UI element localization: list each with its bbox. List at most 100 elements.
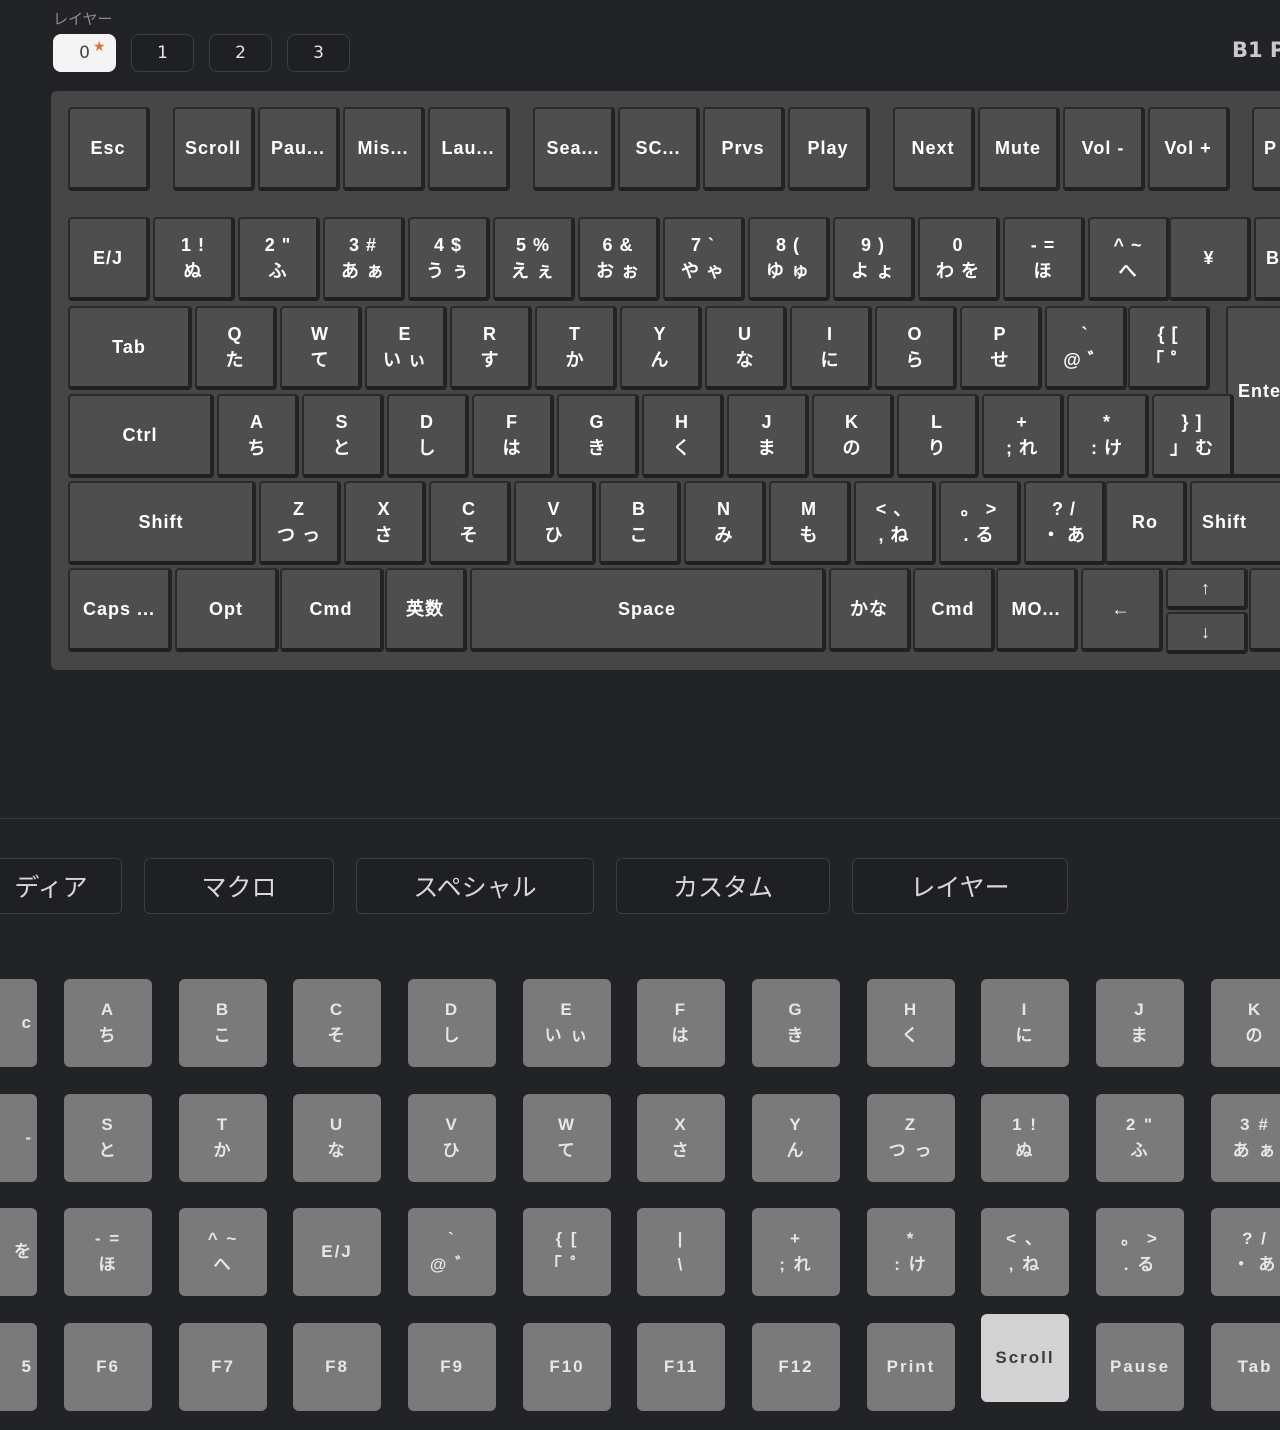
palette-key[interactable]: Pause <box>1096 1323 1184 1411</box>
key-cmd-right[interactable]: Cmd <box>913 568 995 652</box>
key-6[interactable]: 6 & お ぉ <box>578 217 660 301</box>
palette-key[interactable]: F8 <box>293 1323 381 1411</box>
key-d[interactable]: Dし <box>387 394 469 478</box>
palette-key[interactable]: F7 <box>179 1323 267 1411</box>
key-caret[interactable]: ^ ~ へ <box>1088 217 1170 301</box>
palette-key[interactable]: F6 <box>64 1323 152 1411</box>
palette-key[interactable]: Bこ <box>179 979 267 1067</box>
key-up[interactable]: ↑ <box>1166 568 1248 610</box>
palette-key[interactable]: Sと <box>64 1094 152 1182</box>
palette-key[interactable]: F11 <box>637 1323 725 1411</box>
key-shift-right[interactable]: Shift <box>1190 481 1280 565</box>
key-5[interactable]: 5 % え ぇ <box>493 217 575 301</box>
key-yen[interactable]: ¥ <box>1169 217 1251 301</box>
key-period[interactable]: 。 > . る <box>939 481 1021 565</box>
palette-key[interactable]: - = ほ <box>64 1208 152 1296</box>
key-enter[interactable]: Ente <box>1226 306 1280 478</box>
key-mo[interactable]: MO... <box>996 568 1078 652</box>
palette-key[interactable]: - <box>0 1094 37 1182</box>
key-x[interactable]: Xさ <box>344 481 426 565</box>
key-z[interactable]: Z つ っ <box>259 481 341 565</box>
palette-key[interactable]: Xさ <box>637 1094 725 1182</box>
palette-key[interactable]: Print <box>867 1323 955 1411</box>
key-r[interactable]: Rす <box>450 306 532 390</box>
key-b[interactable]: Bこ <box>599 481 681 565</box>
palette-key[interactable]: Dし <box>408 979 496 1067</box>
key-a[interactable]: Aち <box>217 394 299 478</box>
key-eisu[interactable]: 英数 <box>385 568 467 652</box>
tab-media[interactable]: ディア <box>0 858 122 914</box>
palette-key[interactable]: Cそ <box>293 979 381 1067</box>
key-colon[interactable]: *: け <box>1067 394 1149 478</box>
layer-tab-3[interactable]: 3 <box>287 34 350 72</box>
palette-key[interactable]: Wて <box>523 1094 611 1182</box>
key-opt[interactable]: Opt <box>175 568 279 652</box>
tab-custom[interactable]: カスタム <box>616 858 830 914</box>
key-s[interactable]: Sと <box>302 394 384 478</box>
key-shift-left[interactable]: Shift <box>68 481 256 565</box>
key-8[interactable]: 8 (ゆ ゅ <box>748 217 830 301</box>
layer-tab-1[interactable]: 1 <box>131 34 194 72</box>
key-slash[interactable]: ? / ・ あ <box>1024 481 1106 565</box>
palette-key[interactable]: c <box>0 979 37 1067</box>
palette-key[interactable]: Tか <box>179 1094 267 1182</box>
palette-key[interactable]: Iに <box>981 979 1069 1067</box>
key-down[interactable]: ↓ <box>1166 612 1248 654</box>
key-g[interactable]: Gき <box>557 394 639 478</box>
key-at[interactable]: ` @ ゛ <box>1045 306 1127 390</box>
tab-special[interactable]: スペシャル <box>356 858 594 914</box>
key-v[interactable]: Vひ <box>514 481 596 565</box>
palette-key[interactable]: Vひ <box>408 1094 496 1182</box>
key-t[interactable]: Tか <box>535 306 617 390</box>
palette-key[interactable]: Hく <box>867 979 955 1067</box>
key-1[interactable]: 1 ! ぬ <box>153 217 235 301</box>
key-prev[interactable]: Prvs <box>703 107 785 191</box>
key-comma[interactable]: < 、 , ね <box>854 481 936 565</box>
palette-key[interactable]: Tab <box>1211 1323 1280 1411</box>
key-c[interactable]: Cそ <box>429 481 511 565</box>
key-cmd-left[interactable]: Cmd <box>280 568 384 652</box>
key-w[interactable]: Wて <box>280 306 362 390</box>
palette-key[interactable]: Uな <box>293 1094 381 1182</box>
palette-key[interactable]: 5 <box>0 1323 37 1411</box>
key-k[interactable]: Kの <box>812 394 894 478</box>
key-4[interactable]: 4 $ う ぅ <box>408 217 490 301</box>
key-kana[interactable]: かな <box>829 568 911 652</box>
key-ctrl[interactable]: Ctrl <box>68 394 214 478</box>
palette-key[interactable]: 2 " ふ <box>1096 1094 1184 1182</box>
key-esc[interactable]: Esc <box>68 107 150 191</box>
key-next[interactable]: Next <box>893 107 975 191</box>
key-o[interactable]: Oら <box>875 306 957 390</box>
key-7[interactable]: 7 ` や ゃ <box>663 217 745 301</box>
tab-layer[interactable]: レイヤー <box>852 858 1068 914</box>
palette-key[interactable]: 1 ! ぬ <box>981 1094 1069 1182</box>
palette-key[interactable]: < 、 , ね <box>981 1208 1069 1296</box>
key-semicolon[interactable]: + ; れ <box>982 394 1064 478</box>
palette-key[interactable]: ` @ ゛ <box>408 1208 496 1296</box>
palette-key[interactable]: E い ぃ <box>523 979 611 1067</box>
palette-key[interactable]: Fは <box>637 979 725 1067</box>
key-2[interactable]: 2 " ふ <box>238 217 320 301</box>
palette-key[interactable]: Yん <box>752 1094 840 1182</box>
key-h[interactable]: Hく <box>642 394 724 478</box>
key-backspace[interactable]: Ba <box>1254 217 1280 301</box>
key-scroll[interactable]: Scroll <box>173 107 255 191</box>
layer-tab-0[interactable]: 0 ★ <box>53 34 116 72</box>
key-f[interactable]: Fは <box>472 394 554 478</box>
key-vol-down[interactable]: Vol - <box>1063 107 1145 191</box>
palette-key[interactable]: Jま <box>1096 979 1184 1067</box>
key-u[interactable]: Uな <box>705 306 787 390</box>
palette-key[interactable]: ^ ~ へ <box>179 1208 267 1296</box>
key-y[interactable]: Yん <box>620 306 702 390</box>
key-minus[interactable]: - = ほ <box>1003 217 1085 301</box>
key-9[interactable]: 9 ) よ ょ <box>833 217 915 301</box>
key-launchpad[interactable]: Lau... <box>428 107 510 191</box>
key-3[interactable]: 3 # あ ぁ <box>323 217 405 301</box>
palette-key[interactable]: E/J <box>293 1208 381 1296</box>
key-bracket-open[interactable]: { [「 ゜ <box>1128 306 1210 390</box>
palette-key-selected[interactable]: Scroll <box>981 1314 1069 1402</box>
key-l[interactable]: Lり <box>897 394 979 478</box>
key-i[interactable]: Iに <box>790 306 872 390</box>
key-space[interactable]: Space <box>470 568 826 652</box>
palette-key[interactable]: F10 <box>523 1323 611 1411</box>
